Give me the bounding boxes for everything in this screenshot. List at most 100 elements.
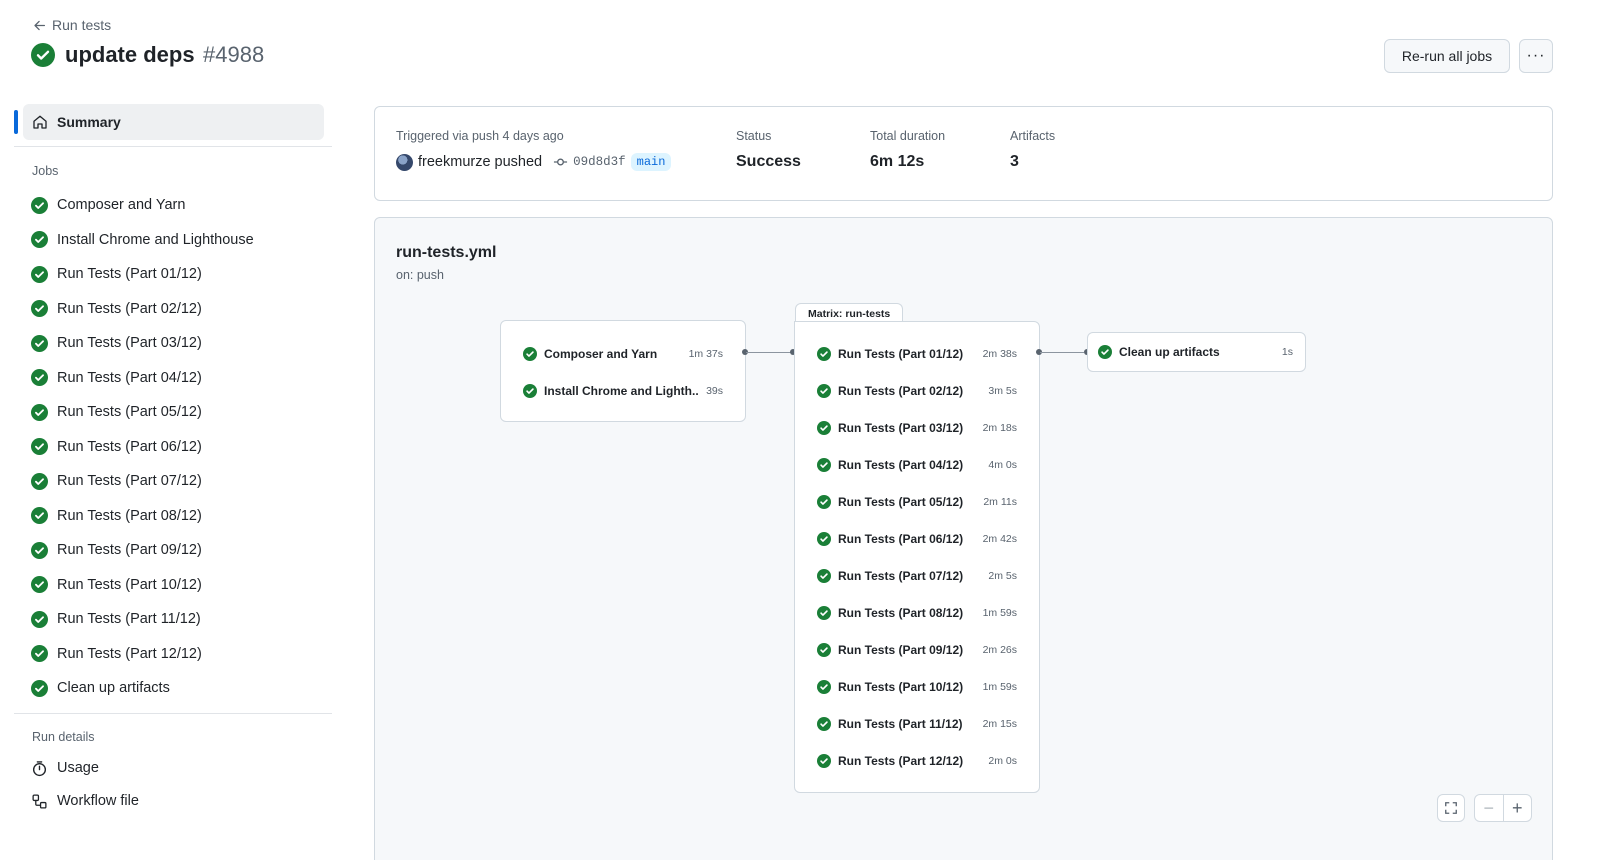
duration-label: Total duration [870, 129, 946, 143]
graph-job[interactable]: Composer and Yarn 1m 37s [501, 342, 745, 366]
check-circle-icon [817, 495, 831, 509]
check-circle-icon [31, 231, 48, 249]
avatar[interactable] [396, 153, 413, 171]
sidebar-job-item[interactable]: Run Tests (Part 10/12) [14, 568, 334, 603]
graph-job[interactable]: Run Tests (Part 04/12) 4m 0s [795, 453, 1039, 477]
job-label: Run Tests (Part 09/12) [57, 542, 202, 559]
check-circle-icon [31, 196, 48, 214]
graph-job[interactable]: Run Tests (Part 01/12) 2m 38s [795, 342, 1039, 366]
graph-job[interactable]: Run Tests (Part 03/12) 2m 18s [795, 416, 1039, 440]
graph-job-name: Run Tests (Part 07/12) [838, 569, 964, 583]
sidebar-item-label: Summary [57, 114, 121, 130]
job-label: Run Tests (Part 08/12) [57, 507, 202, 524]
check-circle-icon [31, 403, 48, 421]
sidebar-job-item[interactable]: Run Tests (Part 12/12) [14, 637, 334, 672]
commit-sha-link[interactable]: 09d8d3f [573, 155, 626, 169]
sidebar-job-item[interactable]: Composer and Yarn [14, 188, 334, 223]
sidebar-job-item[interactable]: Clean up artifacts [14, 671, 334, 706]
check-circle-icon [31, 472, 48, 490]
sidebar-job-item[interactable]: Run Tests (Part 06/12) [14, 430, 334, 465]
job-label: Run Tests (Part 11/12) [57, 611, 201, 628]
graph-job-duration: 1m 59s [982, 681, 1017, 693]
graph-job-duration: 2m 0s [988, 755, 1017, 767]
zoom-controls: − + [1474, 794, 1532, 822]
actor-link[interactable]: freekmurze pushed [418, 154, 542, 170]
graph-job[interactable]: Run Tests (Part 10/12) 1m 59s [795, 675, 1039, 699]
check-circle-icon [817, 643, 831, 657]
artifacts-info: Artifacts 3 [1010, 129, 1055, 171]
status-info: Status Success [736, 129, 801, 171]
workflow-trigger: on: push [396, 268, 444, 282]
fullscreen-button[interactable] [1437, 794, 1465, 822]
connector-line [746, 352, 792, 353]
artifacts-value[interactable]: 3 [1010, 153, 1055, 171]
graph-job-name: Run Tests (Part 08/12) [838, 606, 964, 620]
branch-badge[interactable]: main [630, 153, 672, 171]
zoom-out-button[interactable]: − [1475, 795, 1504, 821]
sidebar-job-item[interactable]: Run Tests (Part 09/12) [14, 533, 334, 568]
commit-icon [554, 158, 568, 166]
graph-job[interactable]: Install Chrome and Lighth... 39s [501, 379, 745, 403]
graph-job-name: Run Tests (Part 11/12) [838, 717, 963, 731]
workflow-graph-panel: run-tests.yml on: push Composer and Yarn… [374, 217, 1553, 860]
sidebar-item-label: Usage [57, 760, 99, 776]
graph-job-duration: 39s [706, 385, 723, 397]
graph-job[interactable]: Run Tests (Part 12/12) 2m 0s [795, 749, 1039, 773]
graph-job-duration: 2m 15s [982, 718, 1017, 730]
sidebar-job-item[interactable]: Run Tests (Part 11/12) [14, 602, 334, 637]
check-circle-icon [31, 438, 48, 456]
sidebar-job-item[interactable]: Run Tests (Part 07/12) [14, 464, 334, 499]
sidebar-job-item[interactable]: Run Tests (Part 02/12) [14, 292, 334, 327]
check-circle-icon [817, 532, 831, 546]
graph-job-duration: 2m 5s [988, 570, 1017, 582]
graph-job[interactable]: Run Tests (Part 08/12) 1m 59s [795, 601, 1039, 625]
sidebar-item-summary[interactable]: Summary [14, 104, 324, 140]
graph-job[interactable]: Run Tests (Part 09/12) 2m 26s [795, 638, 1039, 662]
graph-job-duration: 4m 0s [988, 459, 1017, 471]
workflow-name: run-tests.yml [396, 244, 497, 261]
check-circle-icon [31, 610, 48, 628]
check-circle-icon [817, 606, 831, 620]
sidebar-job-item[interactable]: Run Tests (Part 04/12) [14, 361, 334, 396]
check-circle-icon [31, 369, 48, 387]
rerun-all-jobs-button[interactable]: Re-run all jobs [1384, 39, 1510, 73]
matrix-node: Run Tests (Part 01/12) 2m 38s Run Tests (… [794, 321, 1040, 793]
graph-job[interactable]: Clean up artifacts 1s [1088, 340, 1305, 364]
sidebar-job-item[interactable]: Run Tests (Part 05/12) [14, 395, 334, 430]
page-title: update deps #4988 [31, 42, 264, 68]
sidebar-job-item[interactable]: Install Chrome and Lighthouse [14, 223, 334, 258]
more-options-button[interactable]: ··· [1519, 39, 1553, 73]
sidebar-item-usage[interactable]: Usage [14, 752, 334, 785]
graph-job-duration: 1m 59s [982, 607, 1017, 619]
graph-job-name: Run Tests (Part 10/12) [838, 680, 964, 694]
graph-job[interactable]: Run Tests (Part 06/12) 2m 42s [795, 527, 1039, 551]
graph-job-duration: 1s [1281, 346, 1293, 358]
sidebar-item-workflow-file[interactable]: Workflow file [14, 785, 334, 818]
matrix-label: Matrix: run-tests [795, 303, 904, 323]
zoom-in-button[interactable]: + [1504, 795, 1532, 821]
graph-job[interactable]: Run Tests (Part 07/12) 2m 5s [795, 564, 1039, 588]
check-circle-icon [817, 754, 831, 768]
graph-job-duration: 2m 26s [982, 644, 1017, 656]
sidebar-job-item[interactable]: Run Tests (Part 03/12) [14, 326, 334, 361]
status-label: Status [736, 129, 772, 143]
sidebar-job-item[interactable]: Run Tests (Part 01/12) [14, 257, 334, 292]
sidebar-job-item[interactable]: Run Tests (Part 08/12) [14, 499, 334, 534]
duration-info: Total duration 6m 12s [870, 129, 945, 171]
sidebar-item-label: Workflow file [57, 793, 139, 809]
graph-job[interactable]: Run Tests (Part 02/12) 3m 5s [795, 379, 1039, 403]
graph-job-name: Install Chrome and Lighth... [544, 384, 700, 398]
run-number: #4988 [203, 42, 265, 67]
jobs-heading: Jobs [32, 164, 59, 178]
graph-job-name: Run Tests (Part 03/12) [838, 421, 964, 435]
artifacts-label: Artifacts [1010, 129, 1056, 143]
graph-job-duration: 2m 11s [983, 496, 1017, 508]
back-link[interactable]: Run tests [33, 17, 111, 33]
job-label: Run Tests (Part 07/12) [57, 473, 202, 490]
check-circle-icon [817, 384, 831, 398]
graph-job-name: Run Tests (Part 09/12) [838, 643, 964, 657]
graph-job-name: Run Tests (Part 05/12) [838, 495, 964, 509]
job-label: Run Tests (Part 05/12) [57, 404, 202, 421]
graph-job[interactable]: Run Tests (Part 11/12) 2m 15s [795, 712, 1039, 736]
graph-job[interactable]: Run Tests (Part 05/12) 2m 11s [795, 490, 1039, 514]
